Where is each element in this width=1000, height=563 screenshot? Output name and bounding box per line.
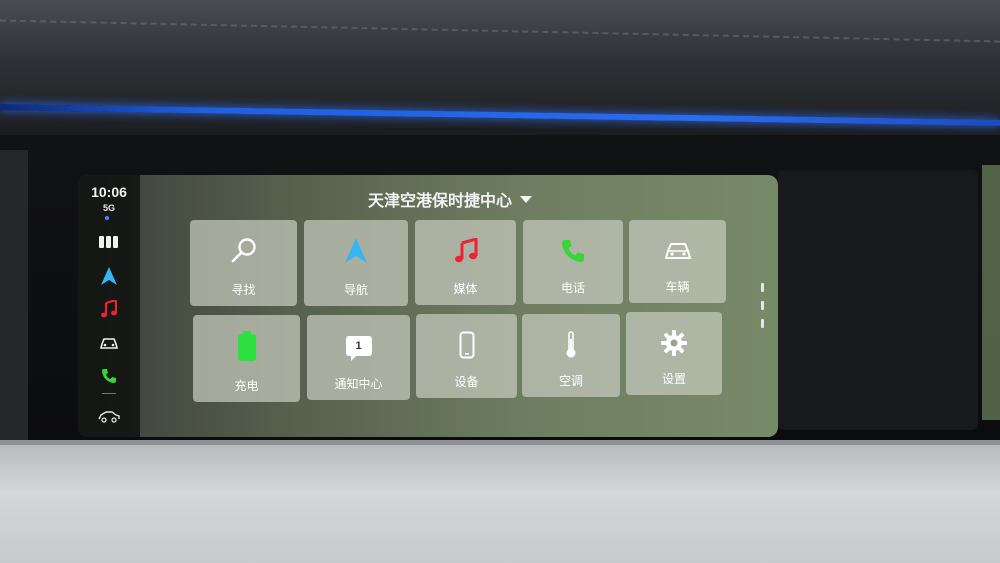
tile-vehicle[interactable]: 车辆 bbox=[629, 220, 726, 303]
tile-navigation[interactable]: 导航 bbox=[304, 220, 408, 306]
battery-icon bbox=[237, 331, 256, 361]
app-grid: 寻找 导航 媒体 电话 车辆 充电 1 通知中心 设备 空调 设置 bbox=[78, 175, 778, 437]
page-indicator-dot[interactable] bbox=[761, 319, 764, 328]
tile-label: 电话 bbox=[560, 281, 585, 295]
tile-settings[interactable]: 设置 bbox=[626, 312, 722, 395]
notification-count: 1 bbox=[355, 340, 362, 352]
dashboard-bottom bbox=[0, 445, 1000, 563]
tile-label: 通知中心 bbox=[334, 377, 383, 391]
music-note-icon bbox=[454, 238, 477, 263]
tile-device[interactable]: 设备 bbox=[416, 314, 517, 398]
left-trim bbox=[0, 150, 28, 450]
notification-badge-icon: 1 bbox=[345, 336, 372, 361]
tile-label: 设备 bbox=[454, 375, 479, 389]
tile-notifications[interactable]: 1 通知中心 bbox=[307, 315, 410, 400]
search-icon bbox=[231, 238, 256, 263]
passenger-display-edge bbox=[982, 165, 1000, 420]
car-icon bbox=[664, 243, 691, 259]
gear-icon bbox=[661, 330, 687, 356]
tile-label: 媒体 bbox=[453, 282, 478, 296]
tile-label: 充电 bbox=[234, 379, 259, 393]
smartphone-icon bbox=[459, 331, 474, 359]
carplay-screen: 10:06 5G 天津空港保时捷中心 寻找 导航 媒体 电话 车辆 充电 1 通… bbox=[78, 175, 778, 437]
tile-label: 设置 bbox=[661, 372, 686, 386]
tile-phone[interactable]: 电话 bbox=[523, 220, 623, 304]
secondary-display-off bbox=[778, 170, 978, 430]
tile-label: 导航 bbox=[343, 283, 368, 297]
tile-climate[interactable]: 空调 bbox=[522, 314, 620, 397]
navigation-arrow-icon bbox=[345, 238, 367, 263]
tile-media[interactable]: 媒体 bbox=[415, 220, 516, 305]
page-indicator-dot[interactable] bbox=[761, 301, 764, 310]
tile-charging[interactable]: 充电 bbox=[193, 315, 300, 402]
tile-label: 寻找 bbox=[231, 283, 256, 297]
tile-label: 空调 bbox=[558, 374, 583, 388]
page-indicator-dot[interactable] bbox=[761, 283, 764, 292]
tile-search[interactable]: 寻找 bbox=[190, 220, 297, 306]
thermometer-icon bbox=[566, 331, 576, 358]
tile-label: 车辆 bbox=[665, 280, 690, 294]
phone-icon bbox=[562, 240, 584, 262]
